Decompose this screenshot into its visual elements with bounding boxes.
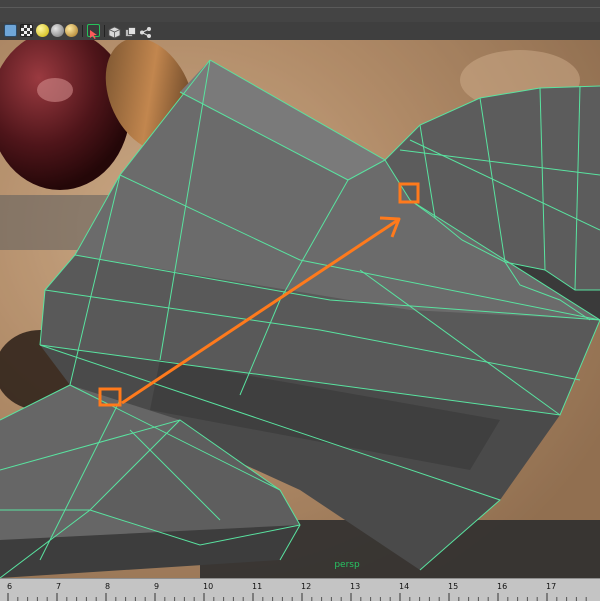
select-cursor-icon[interactable] [87, 24, 100, 39]
checker-icon[interactable] [20, 24, 33, 37]
timeline-frame-label: 8 [105, 582, 110, 591]
timeline-frame-label: 13 [350, 582, 360, 591]
copy-layers-icon[interactable] [124, 24, 137, 37]
toolbar-separator [104, 25, 105, 37]
toolbar-separator [82, 25, 83, 37]
node-graph-icon[interactable] [139, 24, 152, 38]
timeline-frame-label: 17 [546, 582, 556, 591]
time-slider[interactable]: 6 7 8 9 10 11 12 13 14 15 16 17 [0, 578, 600, 601]
timeline-frame-label: 16 [497, 582, 507, 591]
panel-camera-label: persp [334, 560, 360, 570]
perspective-viewport[interactable]: persp [0, 40, 600, 578]
timeline-frame-label: 14 [399, 582, 409, 591]
viewport-toolbar [0, 22, 600, 41]
menu-strip [0, 0, 600, 23]
light-yellow-icon[interactable] [36, 24, 49, 37]
timeline-frame-label: 6 [7, 582, 12, 591]
timeline-frame-label: 12 [301, 582, 311, 591]
cube-solid-icon[interactable] [108, 24, 121, 39]
timeline-frame-label: 11 [252, 582, 262, 591]
timeline-frame-label: 9 [154, 582, 159, 591]
timeline-frame-label: 15 [448, 582, 458, 591]
light-grey-icon[interactable] [51, 24, 64, 37]
sphere-shaded-icon[interactable] [65, 24, 78, 37]
cube-wireframe-icon[interactable] [4, 24, 17, 37]
timeline-frame-label: 7 [56, 582, 61, 591]
timeline-frame-label: 10 [203, 582, 213, 591]
